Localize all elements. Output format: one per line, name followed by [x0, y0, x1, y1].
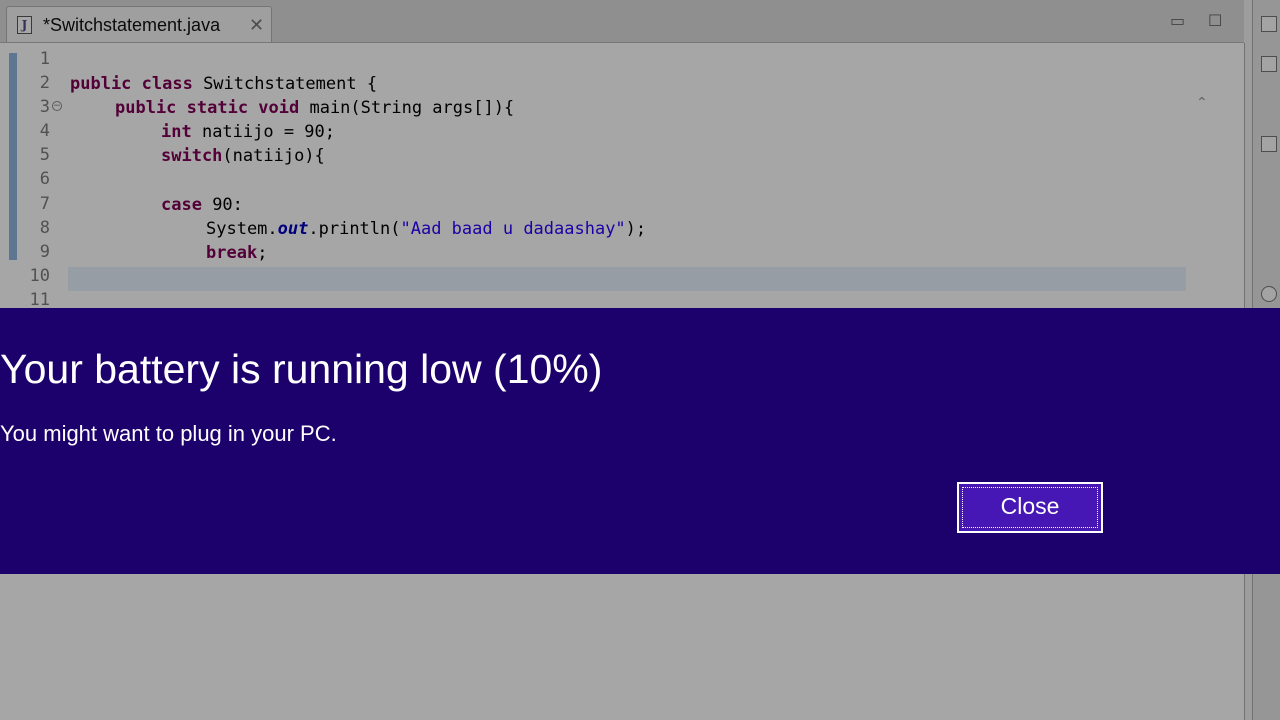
toast-message: You might want to plug in your PC.: [0, 421, 337, 446]
close-button[interactable]: Close: [957, 482, 1103, 533]
battery-toast: Your battery is running low (10%) You mi…: [0, 308, 1280, 574]
toast-title: Your battery is running low (10%): [0, 346, 603, 392]
